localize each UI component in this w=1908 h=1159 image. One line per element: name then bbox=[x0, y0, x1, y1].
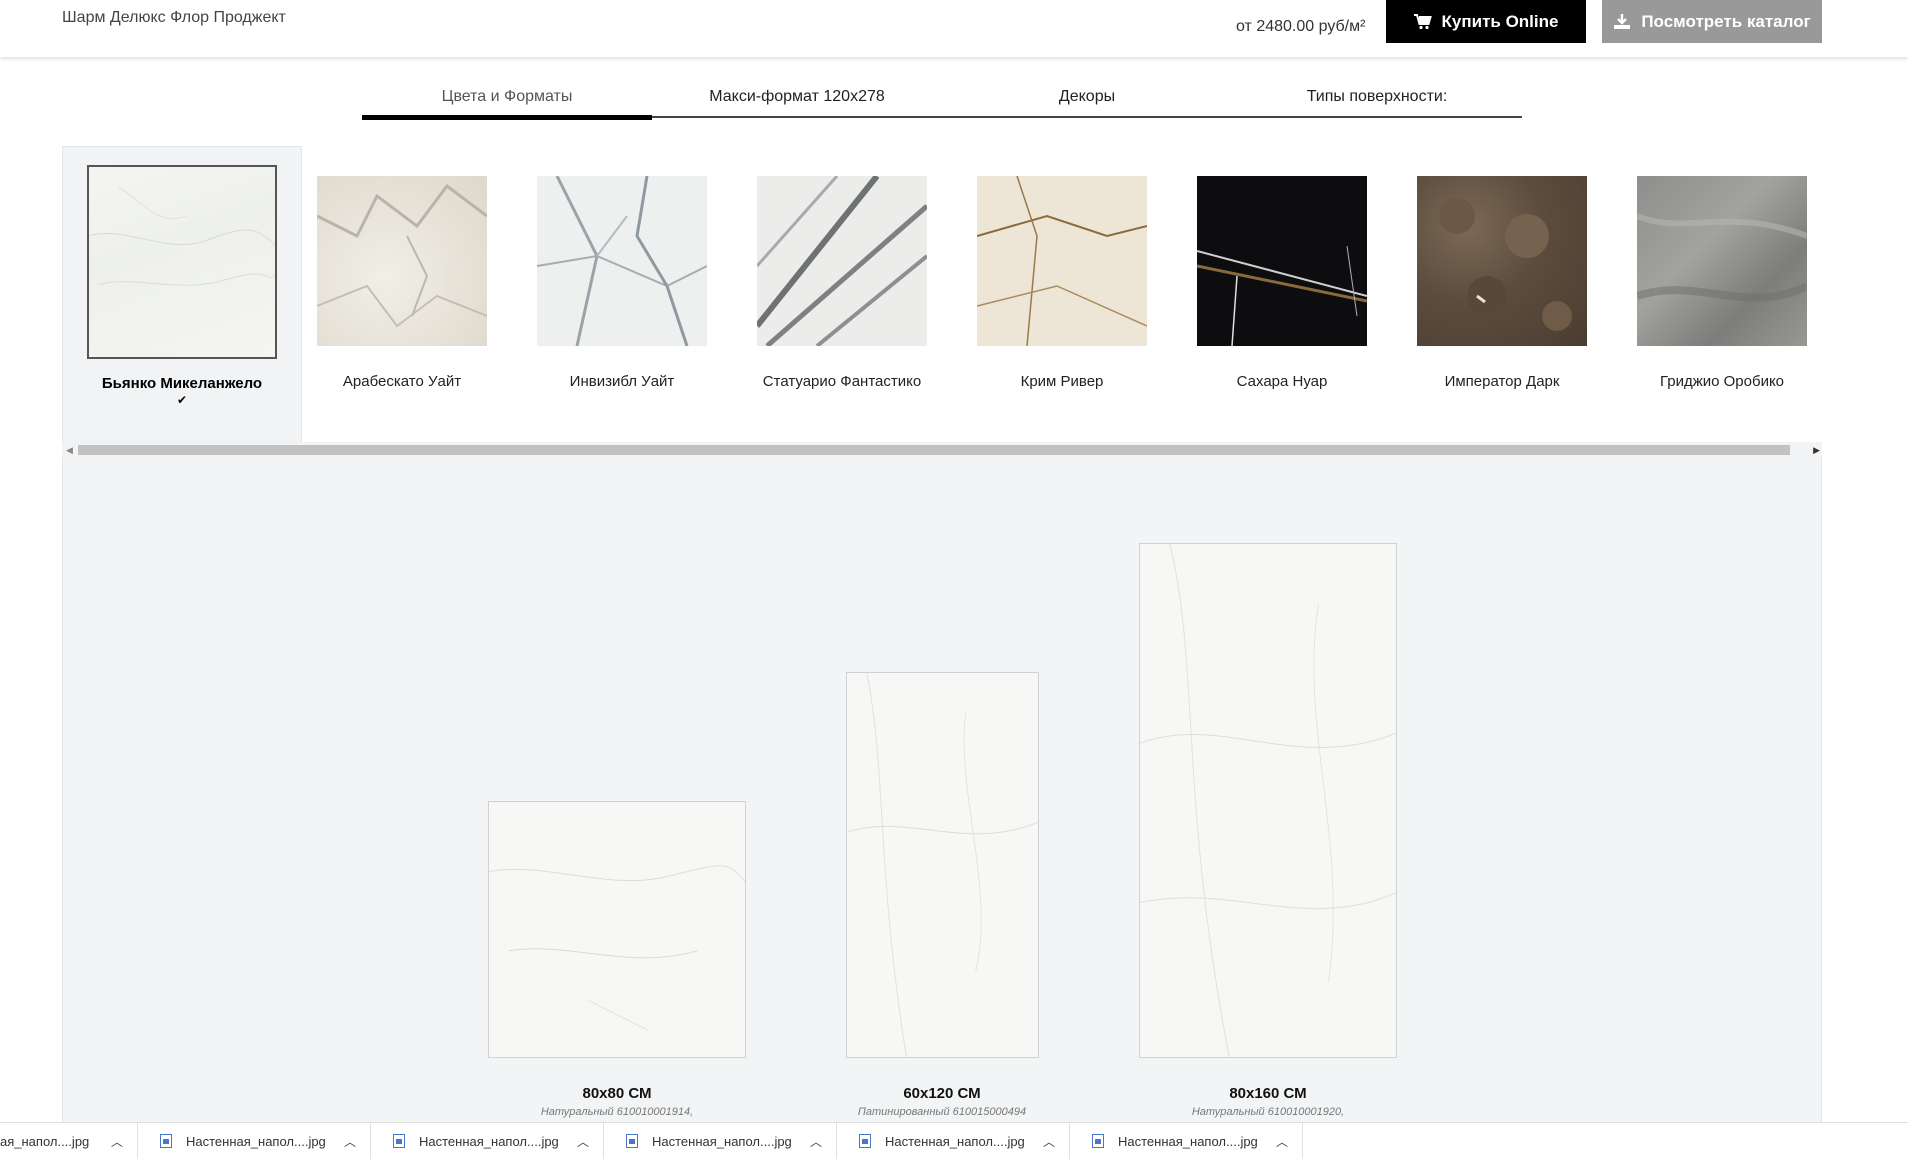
format-code-label: Патинированный 610015000494 bbox=[857, 1106, 1027, 1118]
download-item[interactable]: Настенная_напол....jpg ︿ bbox=[604, 1123, 837, 1159]
tab-maxi-format[interactable]: Макси-формат 120х278 bbox=[652, 84, 942, 116]
tab-colors-formats[interactable]: Цвета и Форматы bbox=[362, 84, 652, 120]
download-item[interactable]: Настенная_напол....jpg ︿ bbox=[1070, 1123, 1303, 1159]
swatch-image bbox=[754, 174, 929, 348]
swatch-name: Статуарио Фантастико bbox=[762, 373, 922, 390]
image-file-icon bbox=[859, 1134, 871, 1148]
swatch-image bbox=[316, 176, 488, 346]
product-title: Шарм Делюкс Флор Проджект bbox=[62, 9, 286, 26]
download-filename: Настенная_напол....jpg bbox=[186, 1133, 326, 1149]
format-code-label: Натуральный 610010001914, bbox=[540, 1106, 694, 1118]
tab-decors[interactable]: Декоры bbox=[942, 84, 1232, 116]
buy-online-label: Купить Online bbox=[1441, 11, 1559, 31]
download-filename: Настенная_напол....jpg bbox=[419, 1133, 559, 1149]
format-size-label: 80x160 СМ bbox=[1229, 1085, 1307, 1102]
format-slab-image bbox=[1139, 543, 1397, 1058]
product-header: Шарм Делюкс Флор Проджект от 2480.00 руб… bbox=[0, 0, 1908, 57]
swatch-image bbox=[976, 175, 1148, 347]
swatch-image bbox=[536, 175, 708, 347]
image-file-icon bbox=[626, 1134, 638, 1148]
scrollbar-thumb[interactable] bbox=[78, 445, 1790, 455]
chevron-up-icon[interactable]: ︿ bbox=[1276, 1133, 1288, 1150]
product-tabs: Цвета и Форматы Макси-формат 120х278 Дек… bbox=[362, 84, 1522, 120]
swatch-name: Крим Ривер bbox=[1020, 373, 1104, 390]
chevron-up-icon[interactable]: ︿ bbox=[810, 1133, 822, 1150]
buy-online-button[interactable]: Купить Online bbox=[1386, 0, 1586, 43]
scroll-right-arrow-icon[interactable]: ▶ bbox=[1813, 445, 1820, 456]
cart-icon bbox=[1413, 13, 1432, 31]
swatch-name: Арабескато Уайт bbox=[342, 373, 462, 390]
format-size-label: 80x80 СМ bbox=[582, 1085, 652, 1102]
checkmark-icon: ✔ bbox=[176, 393, 188, 407]
chevron-up-icon[interactable]: ︿ bbox=[111, 1133, 123, 1150]
price-label: от 2480.00 руб/м² bbox=[1236, 18, 1366, 35]
swatch-image bbox=[1196, 176, 1368, 347]
formats-panel: 80x80 СМ Натуральный 610010001914, 60x12… bbox=[62, 458, 1822, 1158]
swatch-name: Гриджио Оробико bbox=[1659, 373, 1785, 390]
swatch-name: Инвизибл Уайт bbox=[569, 373, 675, 390]
tab-surface-types[interactable]: Типы поверхности: bbox=[1232, 84, 1522, 116]
format-slab-image bbox=[846, 672, 1039, 1058]
download-filename: Настенная_напол....jpg bbox=[885, 1133, 1025, 1149]
download-filename: Настенная_напол....jpg bbox=[652, 1133, 792, 1149]
image-file-icon bbox=[1092, 1134, 1104, 1148]
swatch-name: Император Дарк bbox=[1444, 373, 1560, 390]
swatch-image bbox=[87, 165, 277, 359]
download-item[interactable]: ая_напол....jpg ︿ bbox=[0, 1123, 138, 1159]
swatch-name: Бьянко Микеланжело bbox=[101, 375, 263, 392]
downloads-bar: ая_напол....jpg ︿ Настенная_напол....jpg… bbox=[0, 1122, 1908, 1159]
view-catalog-button[interactable]: Посмотреть каталог bbox=[1602, 0, 1822, 43]
swatch-image bbox=[1417, 176, 1587, 346]
chevron-up-icon[interactable]: ︿ bbox=[577, 1133, 589, 1150]
swatch-scrollbar[interactable]: ◀ ▶ bbox=[62, 442, 1822, 458]
download-filename: Настенная_напол....jpg bbox=[1118, 1133, 1258, 1149]
download-item[interactable]: Настенная_напол....jpg ︿ bbox=[138, 1123, 371, 1159]
swatch-image bbox=[1635, 176, 1809, 346]
format-slab-image bbox=[488, 801, 746, 1058]
color-swatch-strip: Бьянко Микеланжело ✔ Арабескато Уайт Инв… bbox=[62, 146, 1822, 442]
format-size-label: 60x120 СМ bbox=[903, 1085, 981, 1102]
download-filename: ая_напол....jpg bbox=[0, 1133, 90, 1149]
image-file-icon bbox=[393, 1134, 405, 1148]
chevron-up-icon[interactable]: ︿ bbox=[344, 1133, 356, 1150]
swatch-name: Сахара Нуар bbox=[1236, 373, 1328, 390]
view-catalog-label: Посмотреть каталог bbox=[1641, 11, 1811, 31]
chevron-up-icon[interactable]: ︿ bbox=[1043, 1133, 1055, 1150]
download-icon bbox=[1613, 13, 1631, 31]
image-file-icon bbox=[160, 1134, 172, 1148]
download-item[interactable]: Настенная_напол....jpg ︿ bbox=[371, 1123, 604, 1159]
format-code-label: Натуральный 610010001920, bbox=[1191, 1106, 1345, 1118]
download-item[interactable]: Настенная_напол....jpg ︿ bbox=[837, 1123, 1070, 1159]
scroll-left-arrow-icon[interactable]: ◀ bbox=[66, 445, 73, 456]
